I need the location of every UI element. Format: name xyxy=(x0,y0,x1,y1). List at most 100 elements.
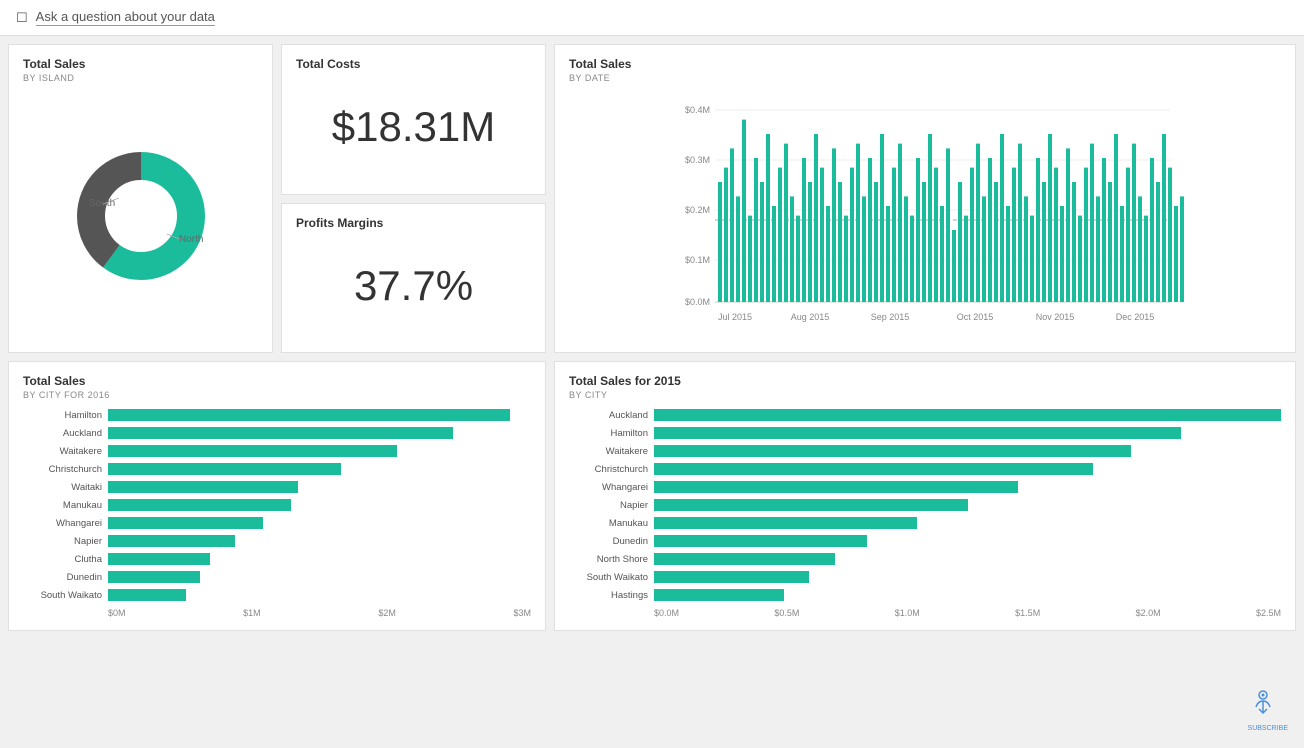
bar-label: Napier xyxy=(569,500,654,511)
bar-fill xyxy=(108,427,453,439)
table-row xyxy=(880,134,884,302)
table-row xyxy=(748,216,752,302)
ask-question-label[interactable]: Ask a question about your data xyxy=(36,9,215,26)
table-row xyxy=(772,206,776,302)
table-row xyxy=(832,148,836,302)
bar-label: Napier xyxy=(23,536,108,547)
bar-fill xyxy=(108,445,397,457)
table-row xyxy=(790,196,794,302)
bar-background xyxy=(108,427,531,439)
subscribe-button[interactable]: SUBSCRIBE xyxy=(1248,687,1288,732)
table-row xyxy=(1054,168,1058,302)
table-row xyxy=(868,158,872,302)
north-label: North xyxy=(179,234,203,245)
svg-text:$0.3M: $0.3M xyxy=(685,155,710,165)
bar-fill xyxy=(654,589,784,601)
axis-2015-2: $2.0M xyxy=(1136,608,1161,618)
table-row xyxy=(1030,216,1034,302)
table-row xyxy=(850,168,854,302)
total-sales-island-subtitle: BY ISLAND xyxy=(23,73,258,83)
bar-fill xyxy=(654,463,1093,475)
city2016-title: Total Sales xyxy=(23,374,531,388)
city2016-axis: $0M $1M $2M $3M xyxy=(23,608,531,618)
bar-fill xyxy=(108,535,235,547)
bar-group xyxy=(718,120,1184,302)
top-bar: ☐ Ask a question about your data xyxy=(0,0,1304,36)
table-row xyxy=(1150,158,1154,302)
table-row xyxy=(916,158,920,302)
table-row xyxy=(778,168,782,302)
table-row xyxy=(976,144,980,302)
list-item: Dunedin xyxy=(569,534,1281,548)
list-item: Auckland xyxy=(569,408,1281,422)
bar-fill xyxy=(108,481,298,493)
total-sales-date-card: Total Sales BY DATE $0.4M $0.3M $0.2M $0… xyxy=(554,44,1296,353)
list-item: Manukau xyxy=(569,516,1281,530)
bar-background xyxy=(654,427,1281,439)
bar-fill xyxy=(654,571,809,583)
table-row xyxy=(1042,182,1046,302)
bar-fill xyxy=(108,409,510,421)
bar-label: Christchurch xyxy=(23,464,108,475)
table-row xyxy=(1066,148,1070,302)
table-row xyxy=(760,182,764,302)
city2015-axis: $0.0M $0.5M $1.0M $1.5M $2.0M $2.5M xyxy=(569,608,1281,618)
bar-background xyxy=(108,589,531,601)
total-sales-date-title: Total Sales xyxy=(569,57,1281,71)
table-row xyxy=(1000,134,1004,302)
bar-fill xyxy=(108,517,263,529)
total-costs-title: Total Costs xyxy=(296,57,531,71)
bar-label: Waitaki xyxy=(23,482,108,493)
bar-background xyxy=(654,409,1281,421)
table-row xyxy=(982,196,986,302)
bar-background xyxy=(654,445,1281,457)
list-item: Dunedin xyxy=(23,570,531,584)
table-row xyxy=(1120,206,1124,302)
table-row xyxy=(862,196,866,302)
bar-background xyxy=(108,553,531,565)
col2-stack: Total Costs $18.31M Profits Margins 37.7… xyxy=(281,44,546,353)
table-row xyxy=(1024,196,1028,302)
table-row xyxy=(838,182,842,302)
bar-background xyxy=(654,499,1281,511)
table-row xyxy=(898,144,902,302)
table-row xyxy=(910,216,914,302)
dashboard: Total Sales BY ISLAND South North Total … xyxy=(0,36,1304,639)
list-item: South Waikato xyxy=(23,588,531,602)
table-row xyxy=(988,158,992,302)
axis-label-3m: $3M xyxy=(513,608,531,618)
city2015-title: Total Sales for 2015 xyxy=(569,374,1281,388)
bar-background xyxy=(108,535,531,547)
table-row xyxy=(958,182,962,302)
bar-label: Dunedin xyxy=(569,536,654,547)
list-item: Whangarei xyxy=(569,480,1281,494)
bar-label: Dunedin xyxy=(23,572,108,583)
svg-text:Sep 2015: Sep 2015 xyxy=(871,312,910,322)
list-item: Waitakere xyxy=(569,444,1281,458)
bar-background xyxy=(108,445,531,457)
axis-2015-05: $0.5M xyxy=(774,608,799,618)
bar-label: Hamilton xyxy=(23,410,108,421)
table-row xyxy=(886,206,890,302)
bar-background xyxy=(108,571,531,583)
axis-2015-25: $2.5M xyxy=(1256,608,1281,618)
bar-fill xyxy=(654,499,968,511)
table-row xyxy=(1162,134,1166,302)
list-item: North Shore xyxy=(569,552,1281,566)
south-label: South xyxy=(89,198,115,209)
table-row xyxy=(1078,216,1082,302)
table-row xyxy=(1102,158,1106,302)
table-row xyxy=(820,168,824,302)
svg-text:$0.1M: $0.1M xyxy=(685,255,710,265)
total-sales-island-title: Total Sales xyxy=(23,57,258,71)
list-item: Christchurch xyxy=(569,462,1281,476)
table-row xyxy=(730,148,734,302)
bar-fill xyxy=(654,445,1131,457)
city2016-subtitle: BY CITY FOR 2016 xyxy=(23,390,531,400)
list-item: Waitaki xyxy=(23,480,531,494)
table-row xyxy=(1048,134,1052,302)
bar-label: South Waikato xyxy=(569,572,654,583)
bar-fill xyxy=(654,409,1281,421)
table-row xyxy=(1090,144,1094,302)
svg-text:Oct 2015: Oct 2015 xyxy=(957,312,994,322)
